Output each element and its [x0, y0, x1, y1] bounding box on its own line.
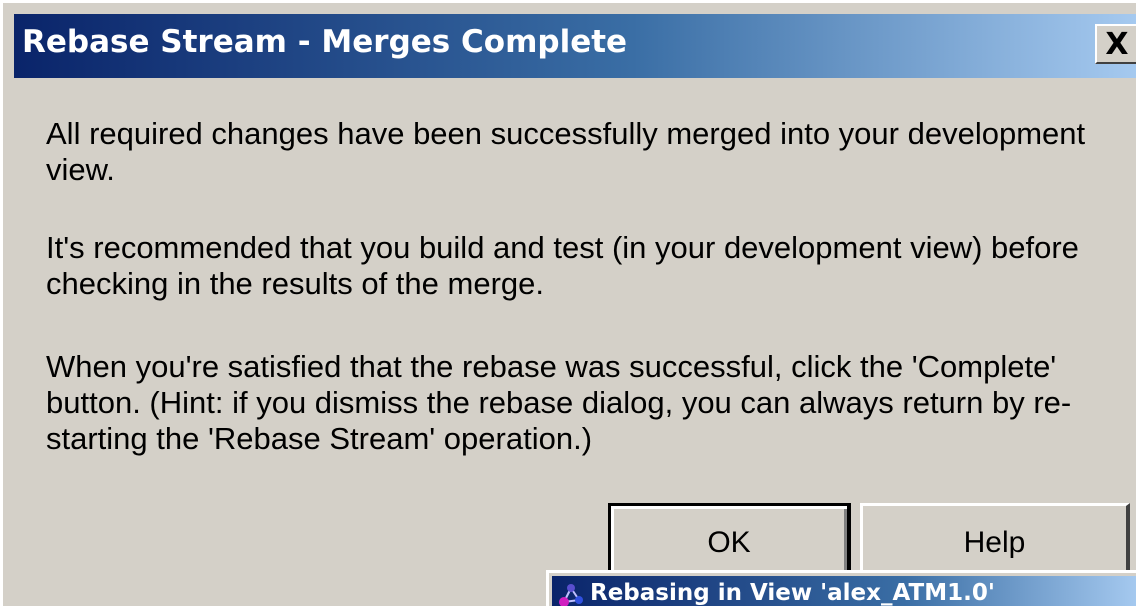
rebasing-view-window[interactable]: Rebasing in View 'alex_ATM1.0' [546, 570, 1136, 606]
dialog-title: Rebase Stream - Merges Complete [22, 24, 628, 60]
message-merge-success: All required changes have been successfu… [46, 116, 1086, 187]
rebasing-view-title: Rebasing in View 'alex_ATM1.0' [590, 580, 995, 606]
dialog-titlebar[interactable]: Rebase Stream - Merges Complete X [14, 14, 1136, 78]
close-button[interactable]: X [1095, 24, 1136, 64]
rebase-merges-complete-dialog: Rebase Stream - Merges Complete X All re… [0, 0, 1136, 606]
message-build-test-recommendation: It's recommended that you build and test… [46, 230, 1079, 301]
clearcase-icon [559, 584, 583, 606]
ok-button-label: OK [707, 526, 751, 559]
rebasing-view-titlebar[interactable]: Rebasing in View 'alex_ATM1.0' [552, 576, 1136, 606]
help-button-label: Help [963, 526, 1026, 559]
message-complete-hint: When you're satisfied that the rebase wa… [46, 349, 1072, 456]
close-icon: X [1105, 26, 1129, 62]
